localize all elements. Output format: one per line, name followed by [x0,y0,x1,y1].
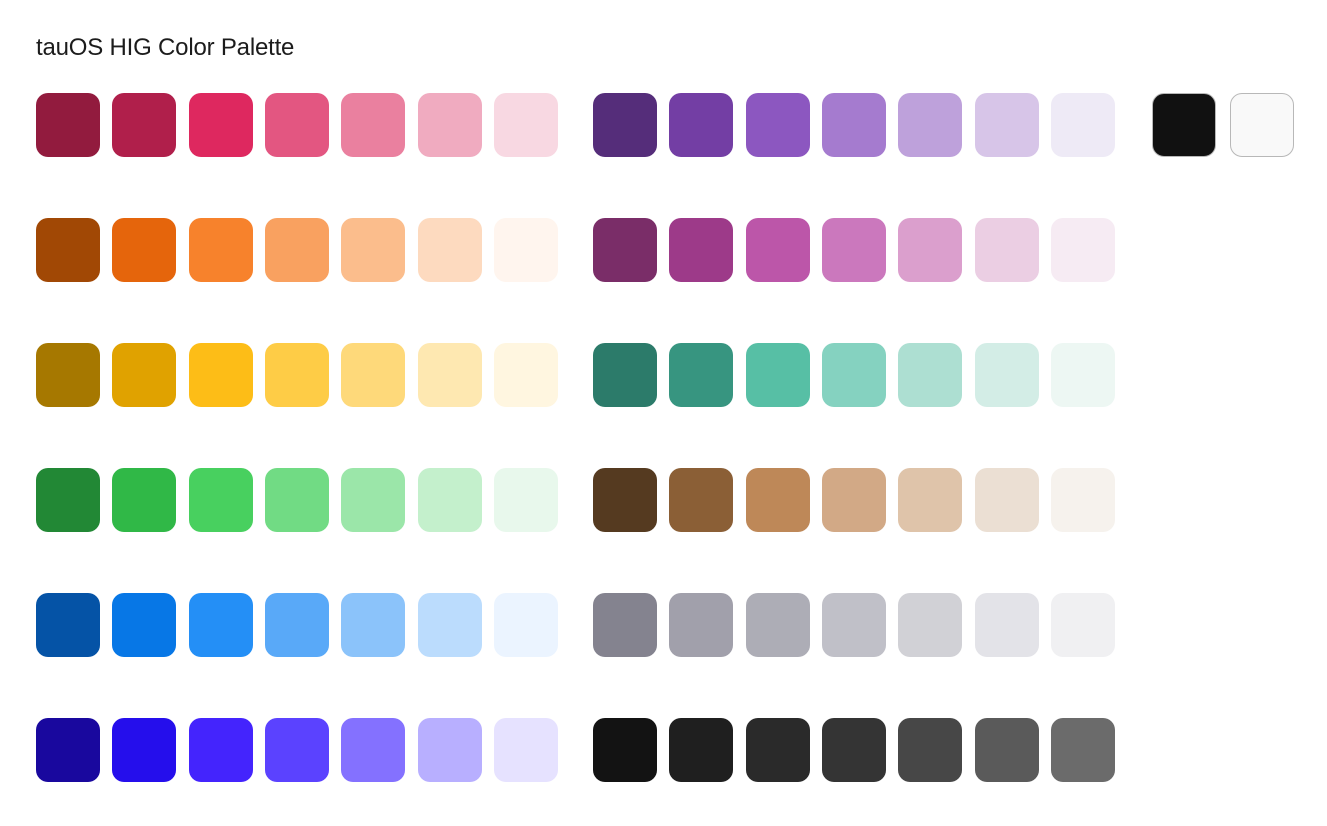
swatch-teal-2 [669,343,733,407]
swatch-white [1230,93,1294,157]
swatch-orange-6 [418,218,482,282]
swatch-red-6 [418,93,482,157]
swatch-yellow-1 [36,343,100,407]
swatch-dark-5 [898,718,962,782]
swatch-dark-3 [746,718,810,782]
swatch-brown-5 [898,468,962,532]
swatch-orange-4 [265,218,329,282]
swatch-dark-2 [669,718,733,782]
swatch-red-1 [36,93,100,157]
swatch-green-2 [112,468,176,532]
swatch-blue-1 [36,593,100,657]
swatch-indigo-2 [112,718,176,782]
swatch-purple-6 [975,93,1039,157]
swatch-red-5 [341,93,405,157]
swatch-indigo-3 [189,718,253,782]
swatch-green-3 [189,468,253,532]
swatch-green-1 [36,468,100,532]
swatch-pink-4 [822,218,886,282]
swatch-purple-3 [746,93,810,157]
swatch-indigo-7 [494,718,558,782]
swatch-gray-3 [746,593,810,657]
swatch-blue-3 [189,593,253,657]
swatch-indigo-4 [265,718,329,782]
swatch-purple-2 [669,93,733,157]
swatch-yellow-3 [189,343,253,407]
swatch-green-4 [265,468,329,532]
swatch-teal-3 [746,343,810,407]
swatch-brown-6 [975,468,1039,532]
swatch-teal-1 [593,343,657,407]
swatch-gray-1 [593,593,657,657]
swatch-dark-1 [593,718,657,782]
swatch-brown-1 [593,468,657,532]
swatch-purple-5 [898,93,962,157]
swatch-gray-2 [669,593,733,657]
swatch-green-5 [341,468,405,532]
swatch-brown-2 [669,468,733,532]
swatch-yellow-6 [418,343,482,407]
swatch-pink-2 [669,218,733,282]
swatch-brown-4 [822,468,886,532]
swatch-pink-6 [975,218,1039,282]
swatch-blue-5 [341,593,405,657]
swatch-purple-7 [1051,93,1115,157]
swatch-dark-6 [975,718,1039,782]
swatch-orange-5 [341,218,405,282]
swatch-gray-7 [1051,593,1115,657]
swatch-red-2 [112,93,176,157]
swatch-orange-3 [189,218,253,282]
swatch-black [1152,93,1216,157]
swatch-orange-1 [36,218,100,282]
swatch-pink-5 [898,218,962,282]
swatch-blue-7 [494,593,558,657]
swatch-red-7 [494,93,558,157]
swatch-orange-7 [494,218,558,282]
swatch-blue-2 [112,593,176,657]
swatch-yellow-7 [494,343,558,407]
swatch-red-4 [265,93,329,157]
swatch-purple-1 [593,93,657,157]
swatch-yellow-5 [341,343,405,407]
swatch-pink-1 [593,218,657,282]
swatch-gray-6 [975,593,1039,657]
swatch-blue-4 [265,593,329,657]
swatch-gray-4 [822,593,886,657]
swatch-yellow-2 [112,343,176,407]
swatch-indigo-5 [341,718,405,782]
swatch-pink-3 [746,218,810,282]
swatch-green-6 [418,468,482,532]
swatch-teal-6 [975,343,1039,407]
swatch-teal-7 [1051,343,1115,407]
swatch-brown-7 [1051,468,1115,532]
swatch-indigo-1 [36,718,100,782]
swatch-green-7 [494,468,558,532]
swatch-brown-3 [746,468,810,532]
swatch-yellow-4 [265,343,329,407]
swatch-pink-7 [1051,218,1115,282]
swatch-red-3 [189,93,253,157]
swatch-blue-6 [418,593,482,657]
swatch-purple-4 [822,93,886,157]
swatch-orange-2 [112,218,176,282]
swatch-teal-4 [822,343,886,407]
swatch-dark-4 [822,718,886,782]
swatch-teal-5 [898,343,962,407]
swatch-indigo-6 [418,718,482,782]
swatch-dark-7 [1051,718,1115,782]
page-title: tauOS HIG Color Palette [36,34,295,61]
swatch-gray-5 [898,593,962,657]
